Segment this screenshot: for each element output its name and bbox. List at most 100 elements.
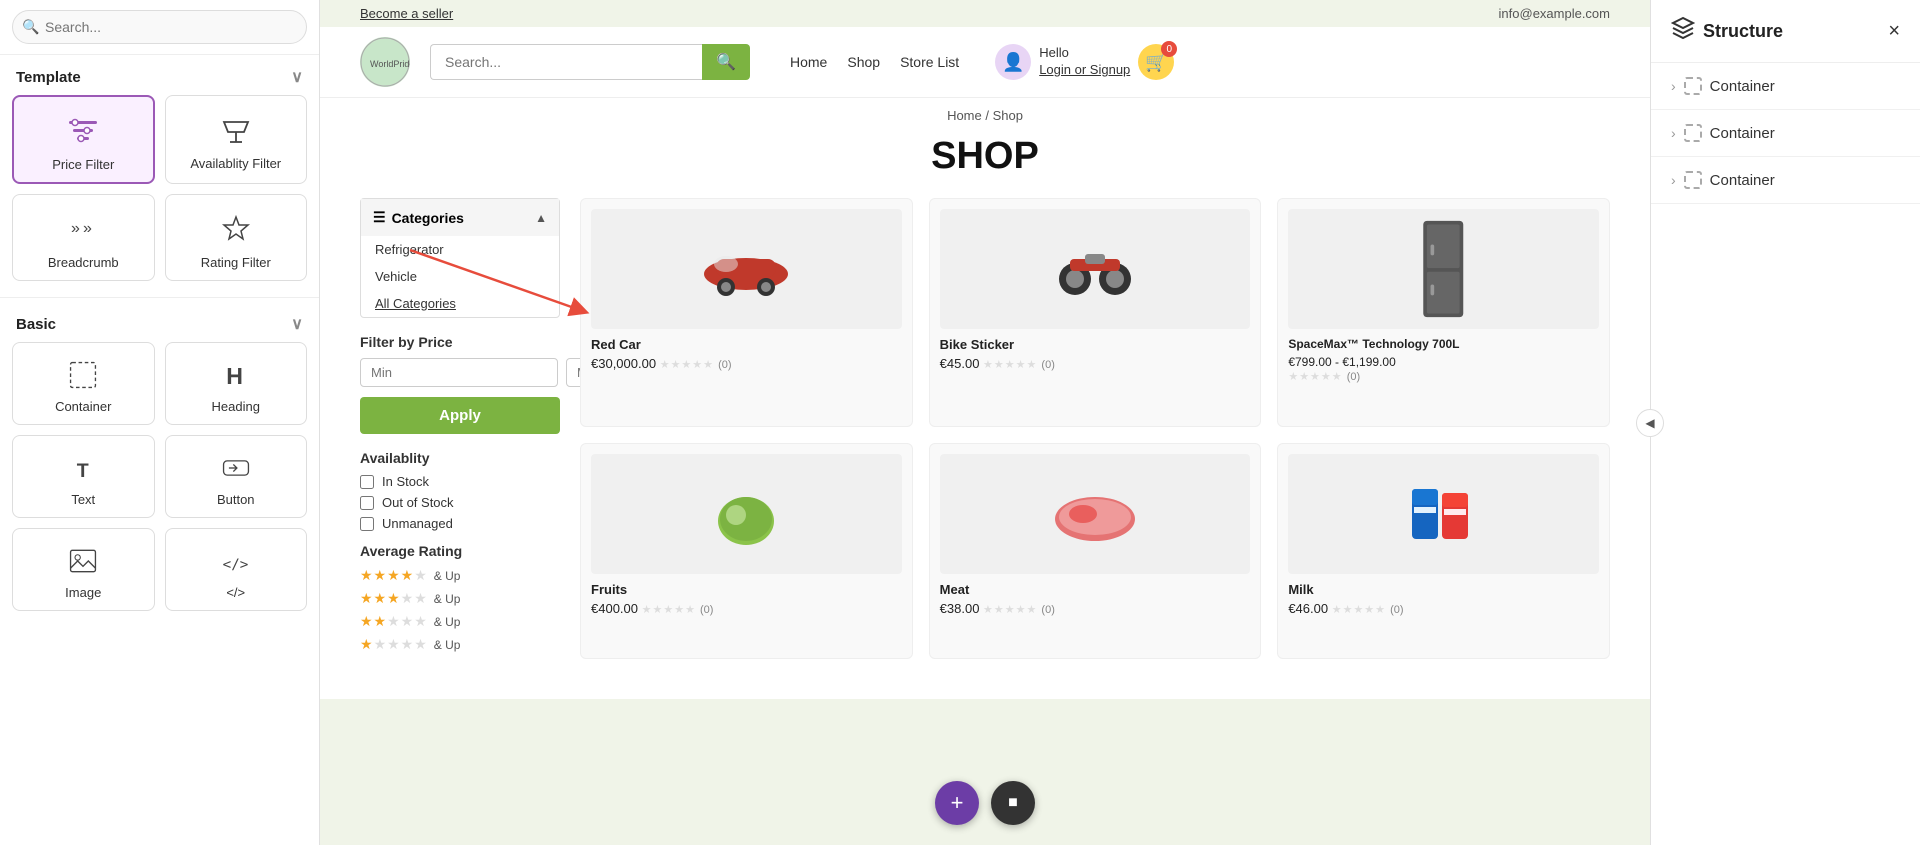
basic-item-image[interactable]: Image	[12, 528, 155, 611]
close-button[interactable]: ×	[1888, 20, 1900, 43]
category-all[interactable]: All Categories	[361, 290, 559, 317]
shop-search-input[interactable]	[430, 44, 702, 80]
out-stock-label: Out of Stock	[382, 495, 454, 510]
product-price-0: €30,000.00 ★★★★★ (0)	[591, 356, 902, 371]
category-vehicle[interactable]: Vehicle	[361, 263, 559, 290]
user-greeting: Hello	[1039, 45, 1130, 62]
category-refrigerator[interactable]: Refrigerator	[361, 236, 559, 263]
categories-box: ☰ Categories ▲ Refrigerator Vehicle All …	[360, 198, 560, 318]
text-label: Text	[71, 492, 95, 507]
basic-item-code[interactable]: </> </>	[165, 528, 308, 611]
and-up-3: & Up	[434, 592, 461, 606]
shop-search-wrap: 🔍	[430, 44, 750, 80]
nav-shop[interactable]: Shop	[847, 54, 880, 70]
unmanaged-check[interactable]	[360, 517, 374, 531]
product-price-1: €45.00 ★★★★★ (0)	[940, 356, 1251, 371]
basic-item-text[interactable]: T Text	[12, 435, 155, 518]
struct-box-icon-0	[1684, 77, 1702, 95]
fab-add-button[interactable]: +	[935, 781, 979, 825]
categories-chevron[interactable]: ▲	[535, 211, 547, 225]
svg-text:WorldPride: WorldPride	[370, 59, 410, 69]
and-up-2: & Up	[434, 615, 461, 629]
product-card-0: Red Car €30,000.00 ★★★★★ (0)	[580, 198, 913, 427]
product-name-4: Meat	[940, 582, 1251, 597]
search-input[interactable]	[12, 10, 307, 44]
product-name-3: Fruits	[591, 582, 902, 597]
out-stock-checkbox[interactable]: Out of Stock	[360, 495, 560, 510]
basic-item-heading[interactable]: H Heading	[165, 342, 308, 425]
rating-row-4[interactable]: ★★★★★ & Up	[360, 567, 560, 584]
structure-container-0[interactable]: › Container	[1651, 63, 1920, 110]
struct-label-0: Container	[1710, 78, 1775, 95]
shop-search-button[interactable]: 🔍	[702, 44, 750, 80]
basic-item-button[interactable]: Button	[165, 435, 308, 518]
left-panel: 🔍 Template ∨ Price Filter	[0, 0, 320, 845]
button-label: Button	[217, 492, 255, 507]
shop-nav: Home Shop Store List	[790, 54, 959, 70]
out-stock-check[interactable]	[360, 496, 374, 510]
filter-sidebar: ☰ Categories ▲ Refrigerator Vehicle All …	[360, 198, 560, 659]
in-stock-check[interactable]	[360, 475, 374, 489]
become-seller-link[interactable]: Become a seller	[360, 6, 453, 21]
menu-icon: ☰	[373, 209, 386, 226]
apply-button[interactable]: Apply	[360, 397, 560, 434]
product-price-3: €400.00 ★★★★★ (0)	[591, 601, 902, 616]
shop-breadcrumb: Home / Shop	[320, 98, 1650, 127]
template-chevron[interactable]: ∨	[291, 67, 303, 87]
rating-row-1[interactable]: ★★★★★ & Up	[360, 636, 560, 653]
collapse-button[interactable]: ◀	[1636, 409, 1664, 437]
rating-row-3[interactable]: ★★★★★ & Up	[360, 590, 560, 607]
filter-by-price-label: Filter by Price	[360, 334, 560, 350]
user-avatar: 👤	[995, 44, 1031, 80]
middle-panel: Become a seller info@example.com WorldPr…	[320, 0, 1650, 845]
shop-content: ☰ Categories ▲ Refrigerator Vehicle All …	[320, 198, 1650, 699]
template-item-rating-filter[interactable]: Rating Filter	[165, 194, 308, 281]
shop-user: 👤 Hello Login or Signup 🛒 0	[995, 44, 1174, 80]
product-img-1	[940, 209, 1251, 329]
nav-home[interactable]: Home	[790, 54, 827, 70]
right-panel: Structure × › Container › Container › Co…	[1650, 0, 1920, 845]
stars-3: ★★★★★	[360, 590, 428, 607]
product-grid: Red Car €30,000.00 ★★★★★ (0)	[580, 198, 1610, 659]
product-img-4	[940, 454, 1251, 574]
structure-container-2[interactable]: › Container	[1651, 157, 1920, 204]
rating-row-2[interactable]: ★★★★★ & Up	[360, 613, 560, 630]
structure-container-1[interactable]: › Container	[1651, 110, 1920, 157]
shop-title: SHOP	[320, 127, 1650, 198]
categories-label: Categories	[392, 210, 464, 226]
code-label: </>	[226, 585, 245, 600]
basic-item-container[interactable]: Container	[12, 342, 155, 425]
struct-label-1: Container	[1710, 125, 1775, 142]
product-name-2: SpaceMax™ Technology 700L	[1288, 337, 1599, 351]
basic-label: Basic	[16, 316, 56, 333]
and-up-1: & Up	[434, 638, 461, 652]
basic-chevron[interactable]: ∨	[291, 314, 303, 334]
breadcrumb-label: Breadcrumb	[48, 255, 119, 270]
price-min-input[interactable]	[360, 358, 558, 387]
basic-grid: Container H Heading T Text Button	[0, 342, 319, 623]
template-item-breadcrumb[interactable]: » » Breadcrumb	[12, 194, 155, 281]
product-img-0	[591, 209, 902, 329]
svg-text:»: »	[83, 220, 92, 237]
unmanaged-checkbox[interactable]: Unmanaged	[360, 516, 560, 531]
avg-rating-label: Average Rating	[360, 543, 560, 559]
struct-chevron-0: ›	[1671, 78, 1676, 94]
template-item-availability-filter[interactable]: Availablity Filter	[165, 95, 308, 184]
product-card-5: Milk €46.00 ★★★★★ (0)	[1277, 443, 1610, 660]
fab-stop-button[interactable]: ■	[991, 781, 1035, 825]
template-item-price-filter[interactable]: Price Filter	[12, 95, 155, 184]
cart-icon[interactable]: 🛒 0	[1138, 44, 1174, 80]
product-price-5: €46.00 ★★★★★ (0)	[1288, 601, 1599, 616]
template-label: Template	[16, 69, 81, 86]
in-stock-label: In Stock	[382, 474, 429, 489]
shop-logo: WorldPride	[360, 37, 410, 87]
in-stock-checkbox[interactable]: In Stock	[360, 474, 560, 489]
structure-title: Structure	[1703, 21, 1783, 42]
product-img-2	[1288, 209, 1599, 329]
nav-store-list[interactable]: Store List	[900, 54, 959, 70]
rating-filter-label: Rating Filter	[201, 255, 271, 270]
product-card-1: Bike Sticker €45.00 ★★★★★ (0)	[929, 198, 1262, 427]
layers-icon	[1671, 16, 1695, 46]
struct-box-icon-1	[1684, 124, 1702, 142]
user-action[interactable]: Login or Signup	[1039, 62, 1130, 79]
